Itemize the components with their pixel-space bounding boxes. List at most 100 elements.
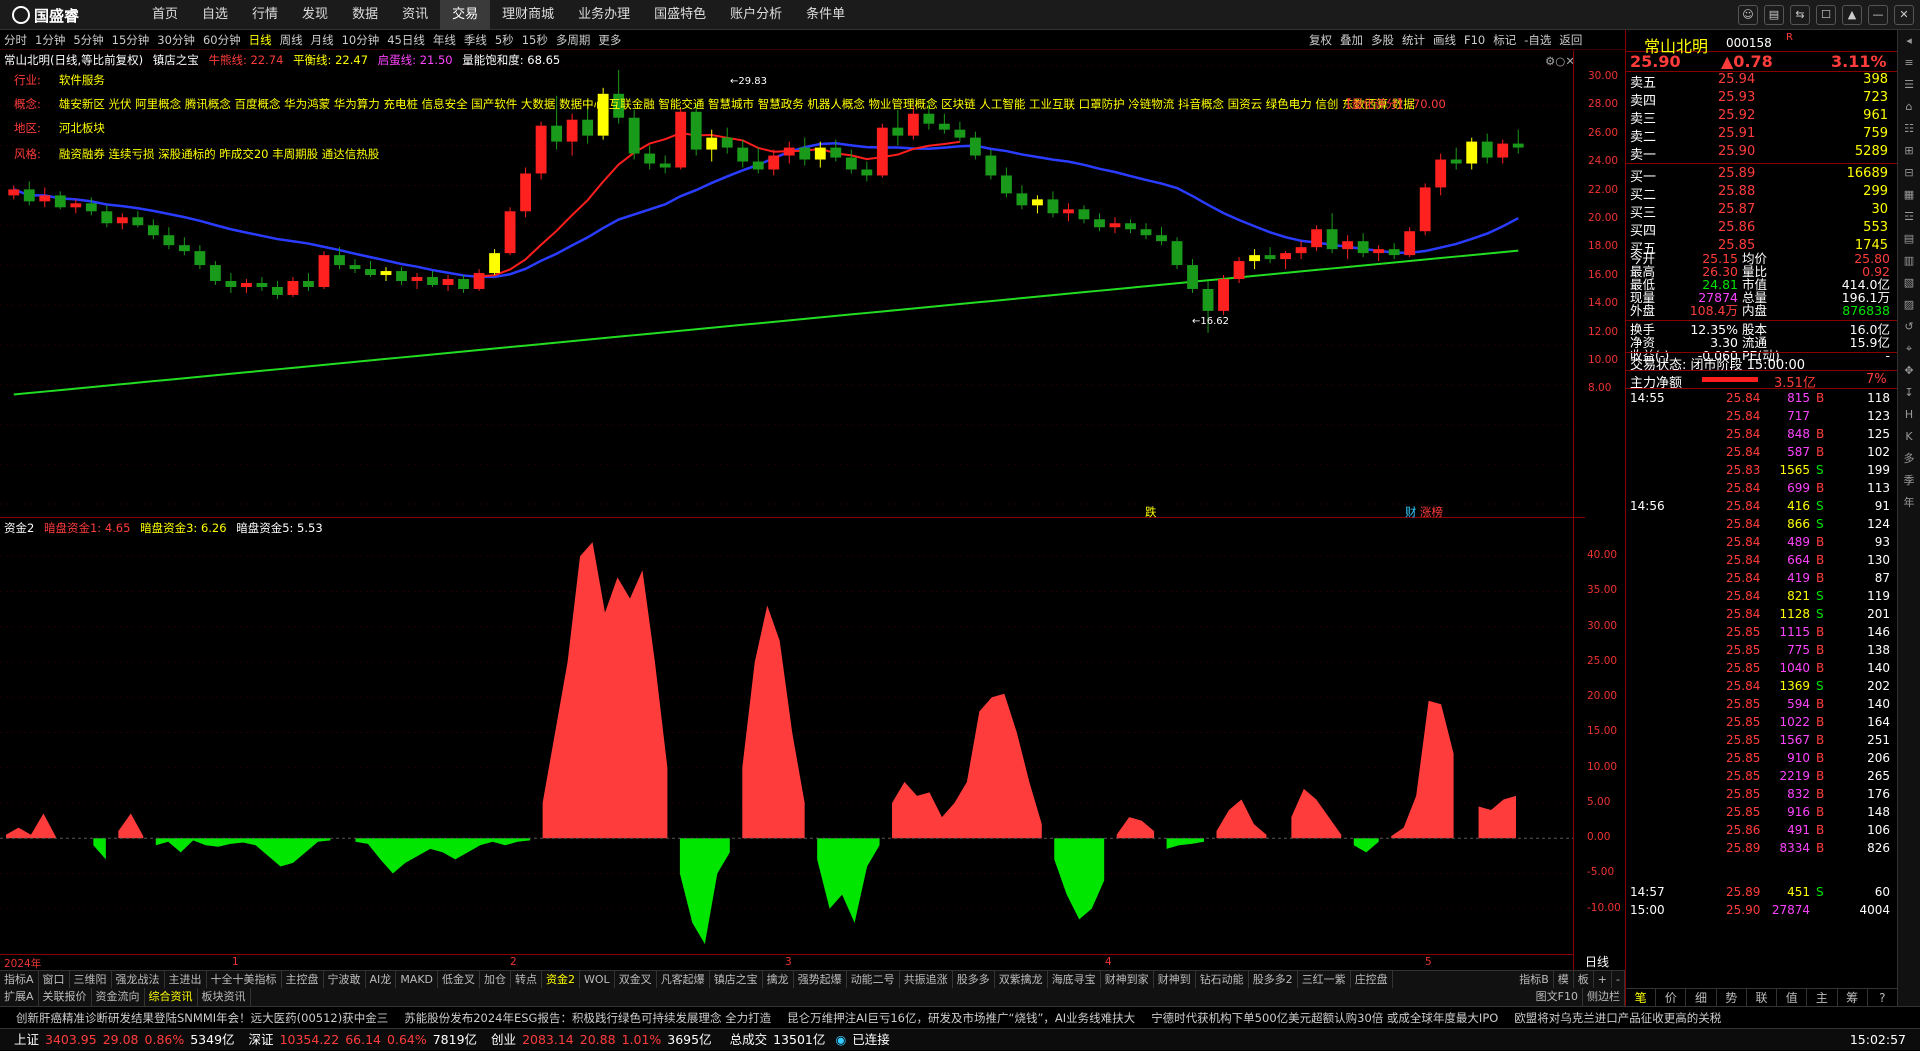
indicator-tab-22[interactable]: 股多多: [953, 971, 995, 988]
toolbar-icon-18[interactable]: K: [1898, 426, 1920, 448]
menu-item-4[interactable]: 数据: [340, 0, 390, 30]
toolbar-icon-1[interactable]: ≡: [1898, 52, 1920, 74]
index-name[interactable]: 创业: [491, 1029, 516, 1051]
tool-0[interactable]: 复权: [1305, 30, 1336, 50]
ask-row[interactable]: 卖四 25.93 723: [1626, 90, 1898, 109]
ask-row[interactable]: 卖三 25.92 961: [1626, 108, 1898, 127]
menu-item-5[interactable]: 资讯: [390, 0, 440, 30]
indicator-tab-5[interactable]: 十全十美指标: [207, 971, 282, 988]
news-item[interactable]: 创新肝癌精准诊断研发结果登陆SNMMI年会！远大医药(00512)获中金三: [16, 1007, 388, 1028]
indicator-right-3[interactable]: +: [1594, 971, 1613, 988]
toolbar-icon-5[interactable]: ⊞: [1898, 140, 1920, 162]
indicator-tab-21[interactable]: 共振追涨: [900, 971, 953, 988]
tick-list[interactable]: 14:55 25.84 815 B 118 25.84 717 123 25.84 848 B 125…: [1626, 388, 1898, 986]
indicator-right-1[interactable]: 模: [1554, 971, 1574, 988]
tool-6[interactable]: 标记: [1489, 30, 1520, 50]
menu-item-8[interactable]: 业务办理: [566, 0, 642, 30]
indicator-tab-10[interactable]: 低金叉: [438, 971, 481, 988]
indicator-tab-9[interactable]: MAKD: [396, 971, 439, 988]
indicator-right-0[interactable]: 指标B: [1515, 971, 1554, 988]
indicator-tab-12[interactable]: 转点: [511, 971, 543, 988]
toolbar-icon-19[interactable]: 多: [1898, 448, 1920, 470]
timeframe-14[interactable]: 15秒: [518, 30, 552, 50]
window-button-1-icon[interactable]: ▤: [1764, 5, 1784, 25]
news-item[interactable]: 宁德时代获机构下单500亿美元超额认购30倍 或成全球年度最大IPO: [1151, 1007, 1498, 1028]
indicator-right-2[interactable]: 板: [1574, 971, 1594, 988]
indicator-tab-8[interactable]: AI龙: [366, 971, 397, 988]
window-button-5-icon[interactable]: —: [1868, 5, 1888, 25]
timeframe-16[interactable]: 更多: [594, 30, 625, 50]
news-tab-0[interactable]: 扩展A: [0, 988, 39, 1006]
ask-row[interactable]: 卖二 25.91 759: [1626, 126, 1898, 145]
window-button-0-icon[interactable]: ☺: [1738, 5, 1758, 25]
tool-5[interactable]: F10: [1460, 30, 1489, 50]
tool-4[interactable]: 画线: [1429, 30, 1460, 50]
indicator-tab-20[interactable]: 动能二号: [847, 971, 900, 988]
toolbar-icon-17[interactable]: H: [1898, 404, 1920, 426]
indicator-tab-28[interactable]: 股多多2: [1249, 971, 1298, 988]
timeframe-13[interactable]: 5秒: [491, 30, 518, 50]
news-item[interactable]: 昆仑万维押注AI巨亏16亿，研发及市场推广“烧钱”，AI业务线难扶大: [787, 1007, 1135, 1028]
indicator-tab-7[interactable]: 宁波敢: [324, 971, 366, 988]
menu-item-10[interactable]: 账户分析: [718, 0, 794, 30]
toolbar-icon-12[interactable]: ▨: [1898, 294, 1920, 316]
toolbar-icon-0[interactable]: ◂: [1898, 30, 1920, 52]
menu-item-1[interactable]: 自选: [190, 0, 240, 30]
indicator-tab-1[interactable]: 窗口: [39, 971, 70, 988]
menu-item-3[interactable]: 发现: [290, 0, 340, 30]
timeframe-3[interactable]: 15分钟: [108, 30, 154, 50]
toolbar-icon-9[interactable]: ▤: [1898, 228, 1920, 250]
news-tab-2[interactable]: 资金流向: [92, 988, 145, 1006]
indicator-tab-18[interactable]: 擒龙: [763, 971, 794, 988]
timeframe-5[interactable]: 60分钟: [199, 30, 245, 50]
indicator-tab-25[interactable]: 财神到家: [1101, 971, 1154, 988]
news-tab-4[interactable]: 板块资讯: [198, 988, 251, 1006]
side-tab-0[interactable]: 笔: [1626, 989, 1657, 1006]
menu-item-0[interactable]: 首页: [140, 0, 190, 30]
side-tab-4[interactable]: 联: [1747, 989, 1778, 1006]
timeframe-2[interactable]: 5分钟: [69, 30, 107, 50]
side-tab-7[interactable]: 筹: [1838, 989, 1868, 1006]
window-button-4-icon[interactable]: ▲: [1842, 5, 1862, 25]
side-tab-2[interactable]: 细: [1686, 989, 1717, 1006]
timeframe-6[interactable]: 日线: [245, 30, 276, 50]
news-right-0[interactable]: 图文F10: [1532, 988, 1583, 1006]
side-tab-8[interactable]: ?: [1868, 989, 1898, 1006]
bid-row[interactable]: 买三 25.87 30: [1626, 202, 1898, 221]
sub-canvas[interactable]: [0, 518, 1573, 954]
indicator-tab-13[interactable]: 资金2: [542, 971, 581, 988]
indicator-tab-24[interactable]: 海底寻宝: [1048, 971, 1101, 988]
tool-3[interactable]: 统计: [1398, 30, 1429, 50]
menu-item-7[interactable]: 理财商城: [490, 0, 566, 30]
kline-chart[interactable]: 常山北明(日线,等比前复权) 镇店之宝 牛熊线: 22.74 平衡线: 22.4…: [0, 50, 1585, 519]
menu-item-2[interactable]: 行情: [240, 0, 290, 30]
toolbar-icon-13[interactable]: ↺: [1898, 316, 1920, 338]
indicator-tab-0[interactable]: 指标A: [0, 971, 39, 988]
tool-8[interactable]: 返回: [1555, 30, 1586, 50]
tool-2[interactable]: 多股: [1367, 30, 1398, 50]
indicator-tab-19[interactable]: 强势起爆: [794, 971, 847, 988]
indicator-tab-3[interactable]: 强龙战法: [112, 971, 165, 988]
timeframe-15[interactable]: 多周期: [552, 30, 595, 50]
toolbar-icon-2[interactable]: ☰: [1898, 74, 1920, 96]
news-tab-1[interactable]: 关联报价: [39, 988, 92, 1006]
indicator-tab-23[interactable]: 双紫擒龙: [995, 971, 1048, 988]
timeframe-4[interactable]: 30分钟: [153, 30, 199, 50]
indicator-tab-27[interactable]: 钻石动能: [1196, 971, 1249, 988]
timeframe-8[interactable]: 月线: [307, 30, 338, 50]
toolbar-icon-7[interactable]: ▦: [1898, 184, 1920, 206]
indicator-tab-2[interactable]: 三维阳: [70, 971, 112, 988]
side-tab-6[interactable]: 主: [1807, 989, 1838, 1006]
news-tab-3[interactable]: 综合资讯: [145, 988, 198, 1006]
bid-row[interactable]: 买一 25.89 16689: [1626, 166, 1898, 185]
news-item[interactable]: 苏能股份发布2024年ESG报告：积极践行绿色可持续发展理念 全力打造: [404, 1007, 771, 1028]
timeframe-11[interactable]: 年线: [429, 30, 460, 50]
period-label[interactable]: 日线: [1585, 954, 1609, 970]
toolbar-icon-11[interactable]: ▧: [1898, 272, 1920, 294]
tool-7[interactable]: -自选: [1520, 30, 1555, 50]
indicator-tab-30[interactable]: 庄控盘: [1351, 971, 1393, 988]
menu-item-11[interactable]: 条件单: [794, 0, 857, 30]
indicator-tab-4[interactable]: 主进出: [165, 971, 207, 988]
app-logo[interactable]: 国盛睿: [12, 5, 79, 26]
bid-row[interactable]: 买二 25.88 299: [1626, 184, 1898, 203]
